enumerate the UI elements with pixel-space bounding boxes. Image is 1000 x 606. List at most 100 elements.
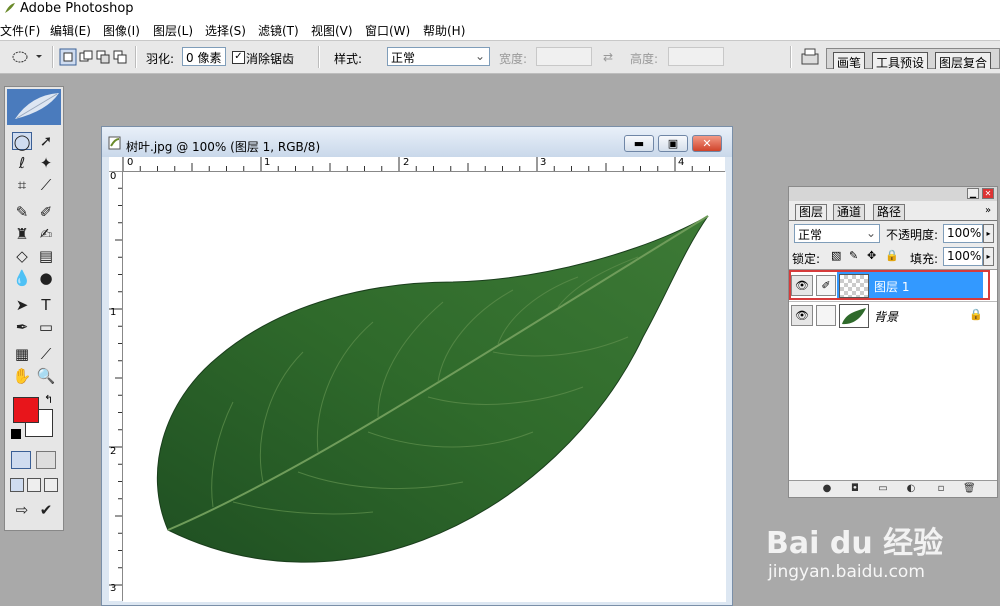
tab-channels[interactable]: 通道: [833, 204, 866, 220]
type-tool-icon[interactable]: T: [36, 296, 56, 314]
slice-tool-icon[interactable]: ⟋: [36, 176, 56, 194]
tab-layers[interactable]: 图层: [795, 204, 828, 220]
layer-row-layer1[interactable]: 👁 ✐ 图层 1: [789, 270, 997, 300]
swap-colors-icon[interactable]: ↰: [44, 393, 53, 406]
document-titlebar[interactable]: 树叶.jpg @ 100% (图层 1, RGB/8) ▬ ▣ ✕: [102, 127, 732, 157]
history-brush-icon[interactable]: ✍: [36, 225, 56, 243]
file-browser-icon[interactable]: [800, 47, 820, 65]
lock-image-icon[interactable]: ✎: [849, 249, 858, 262]
magic-wand-icon[interactable]: ✦: [36, 154, 56, 172]
healing-brush-icon[interactable]: ✎: [12, 203, 32, 221]
ruler-left-label: 0: [110, 171, 117, 182]
tab-paths[interactable]: 路径: [873, 204, 906, 220]
ruler-top-label: 3: [540, 157, 547, 168]
standard-mode-icon[interactable]: [11, 451, 31, 469]
dodge-tool-icon[interactable]: ●: [36, 269, 56, 287]
visibility-eye-icon[interactable]: 👁: [791, 305, 813, 326]
trash-icon[interactable]: 🗑: [963, 483, 976, 495]
menu-filter[interactable]: 滤镜(T): [258, 22, 299, 39]
minimize-button[interactable]: ▬: [624, 135, 654, 152]
default-colors-icon[interactable]: [11, 429, 21, 439]
width-input[interactable]: [536, 47, 592, 66]
blend-mode-select[interactable]: 正常 ⌄: [794, 224, 880, 243]
ruler-ticks-horizontal: [122, 157, 710, 171]
height-input[interactable]: [668, 47, 724, 66]
close-icon[interactable]: ✕: [982, 188, 994, 199]
eyedropper-icon[interactable]: ⟋: [36, 345, 56, 363]
minimize-icon[interactable]: ▁: [967, 188, 979, 199]
layer-list: 👁 ✐ 图层 1 👁 背景 🔒: [789, 269, 997, 480]
opacity-input[interactable]: 100%: [943, 224, 983, 243]
gradient-tool-icon[interactable]: ▤: [36, 247, 56, 265]
screen-mode-full-menu-icon[interactable]: [27, 478, 41, 492]
hand-tool-icon[interactable]: ✋: [12, 367, 32, 385]
crop-tool-icon[interactable]: ⌗: [12, 176, 32, 194]
lock-position-icon[interactable]: ✥: [867, 249, 876, 262]
jump-to-imageready-icon[interactable]: ⇨: [12, 501, 32, 519]
close-button[interactable]: ✕: [692, 135, 722, 152]
layer-style-icon[interactable]: ●: [821, 483, 833, 495]
add-mask-icon[interactable]: ◘: [849, 483, 861, 495]
maximize-button[interactable]: ▣: [658, 135, 688, 152]
path-select-icon[interactable]: ➤: [12, 296, 32, 314]
eraser-tool-icon[interactable]: ◇: [12, 247, 32, 265]
menu-layer[interactable]: 图层(L): [153, 22, 193, 39]
menu-select[interactable]: 选择(S): [205, 22, 246, 39]
move-tool-icon[interactable]: ➚: [36, 132, 56, 150]
screen-mode-full-icon[interactable]: [44, 478, 58, 492]
foreground-color-swatch[interactable]: [13, 397, 39, 423]
ruler-top-label: 1: [264, 157, 271, 168]
quick-mask-icon[interactable]: [36, 451, 56, 469]
fill-arrow-icon[interactable]: ▸: [983, 247, 994, 266]
tab-brushes[interactable]: 画笔: [833, 52, 866, 70]
options-bar: 羽化: 0 像素 ✓ 消除锯齿 样式: 正常 ⌄ 宽度: ⇄ 高度: 画笔 工具…: [0, 41, 1000, 74]
menu-help[interactable]: 帮助(H): [423, 22, 465, 39]
notes-tool-icon[interactable]: ▦: [12, 345, 32, 363]
feather-label: 羽化:: [146, 52, 175, 66]
selection-mode-icons[interactable]: [59, 48, 129, 66]
new-group-icon[interactable]: ▭: [877, 483, 889, 495]
tab-layer-comps[interactable]: 图层复合: [935, 52, 992, 70]
shape-tool-icon[interactable]: ▭: [36, 318, 56, 336]
width-label: 宽度:: [499, 52, 528, 66]
lock-transparency-icon[interactable]: ▧: [831, 249, 841, 262]
adjustment-layer-icon[interactable]: ◐: [905, 483, 917, 495]
image-canvas[interactable]: [123, 172, 726, 602]
lock-all-icon[interactable]: 🔒: [885, 249, 899, 262]
tab-tool-presets[interactable]: 工具预设: [872, 52, 929, 70]
brush-tool-icon[interactable]: ✐: [36, 203, 56, 221]
elliptical-marquee-preset-icon[interactable]: [10, 49, 44, 65]
zoom-tool-icon[interactable]: 🔍: [36, 367, 56, 385]
pen-tool-icon[interactable]: ✒: [12, 318, 32, 336]
menu-file[interactable]: 文件(F): [0, 22, 40, 39]
layers-panel-header[interactable]: ▁ ✕: [789, 187, 997, 201]
opacity-arrow-icon[interactable]: ▸: [983, 224, 994, 243]
swap-icon[interactable]: ⇄: [603, 50, 613, 64]
blur-tool-icon[interactable]: 💧: [12, 269, 32, 287]
clone-stamp-icon[interactable]: ♜: [12, 225, 32, 243]
lock-label: 锁定:: [792, 252, 821, 266]
elliptical-marquee-icon[interactable]: ◯: [12, 132, 32, 151]
menu-view[interactable]: 视图(V): [311, 22, 353, 39]
fill-input[interactable]: 100%: [943, 247, 983, 266]
screen-mode-standard-icon[interactable]: [10, 478, 24, 492]
new-layer-icon[interactable]: ▫: [935, 483, 947, 495]
height-label: 高度:: [630, 52, 659, 66]
toolbox-header[interactable]: [7, 89, 61, 125]
style-select[interactable]: 正常 ⌄: [387, 47, 490, 66]
ruler-top-label: 0: [127, 157, 134, 168]
edit-in-imageready-icon[interactable]: ✔: [36, 501, 56, 519]
menu-edit[interactable]: 编辑(E): [50, 22, 91, 39]
antialias-label: 消除锯齿: [246, 52, 295, 66]
leaf-thumbnail-icon: [842, 308, 866, 325]
layer-row-background[interactable]: 👁 背景 🔒: [789, 302, 997, 330]
watermark-logo: Bai du 经验: [766, 526, 944, 561]
antialias-checkbox[interactable]: ✓: [232, 51, 245, 64]
panel-menu-icon[interactable]: »: [985, 205, 991, 216]
lasso-tool-icon[interactable]: ℓ: [12, 154, 32, 172]
menu-window[interactable]: 窗口(W): [365, 22, 410, 39]
feather-input[interactable]: 0 像素: [182, 47, 226, 66]
menu-image[interactable]: 图像(I): [103, 22, 140, 39]
fill-label: 填充:: [910, 252, 939, 266]
link-box[interactable]: [816, 305, 836, 326]
